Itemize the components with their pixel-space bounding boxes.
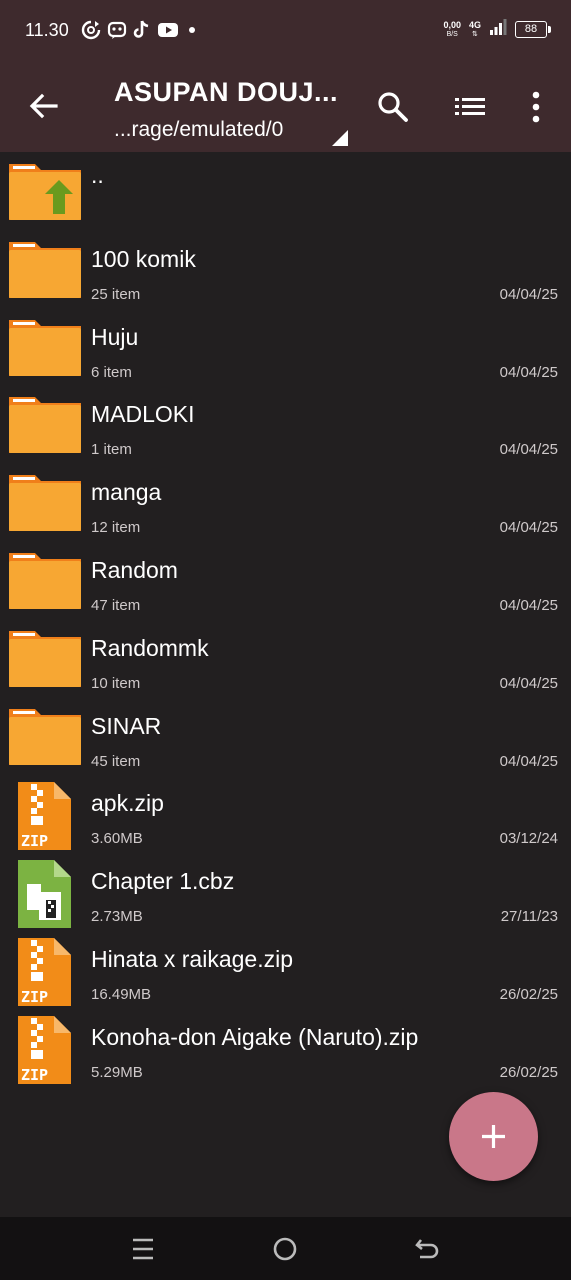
svg-text:ZIP: ZIP bbox=[21, 832, 48, 850]
folder-icon bbox=[9, 393, 81, 454]
list-item-file[interactable]: ZIP apk.zip 3.60MB 03/12/24 bbox=[0, 778, 571, 856]
folder-icon bbox=[9, 549, 81, 609]
list-item-folder[interactable]: 100 komik 25 item 04/04/25 bbox=[0, 234, 571, 312]
list-item-folder[interactable]: Random 47 item 04/04/25 bbox=[0, 545, 571, 623]
list-item-file[interactable]: ZIP Hinata x raikage.zip 16.49MB 26/02/2… bbox=[0, 934, 571, 1012]
item-count: 47 item bbox=[91, 596, 141, 614]
folder-icon bbox=[9, 471, 81, 532]
file-name: Chapter 1.cbz bbox=[91, 868, 235, 895]
path-dropdown-icon[interactable] bbox=[332, 130, 348, 146]
folder-up-icon bbox=[9, 160, 81, 220]
system-indicators: 0,00 B/S 4G ⇅ 88 bbox=[443, 18, 551, 41]
modified-date: 26/02/25 bbox=[499, 1063, 558, 1081]
file-size: 2.73MB bbox=[91, 908, 143, 926]
system-nav-bar bbox=[0, 1217, 571, 1280]
folder-icon bbox=[9, 705, 81, 765]
file-name: Random bbox=[91, 556, 178, 583]
status-bar: 11.30 0,00 B/S 4G ⇅ 88 bbox=[0, 0, 571, 62]
file-name: Konoha-don Aigake (Naruto).zip bbox=[91, 1023, 419, 1050]
notification-icons bbox=[81, 20, 199, 45]
zip-file-icon: ZIP bbox=[9, 1015, 81, 1084]
modified-date: 04/04/25 bbox=[499, 674, 558, 692]
file-name: MADLOKI bbox=[91, 401, 195, 428]
file-size: 3.60MB bbox=[91, 830, 143, 848]
folder-title: ASUPAN DOUJ... bbox=[114, 77, 339, 107]
modified-date: 04/04/25 bbox=[499, 363, 558, 381]
modified-date: 26/02/25 bbox=[499, 985, 558, 1003]
messenger-icon bbox=[107, 20, 127, 45]
dot-icon bbox=[185, 20, 199, 45]
plus-icon bbox=[449, 1092, 538, 1181]
tiktok-icon bbox=[133, 20, 151, 45]
modified-date: 04/04/25 bbox=[499, 519, 558, 537]
item-count: 25 item bbox=[91, 285, 141, 303]
item-count: 45 item bbox=[91, 752, 141, 770]
status-time: 11.30 bbox=[25, 20, 69, 40]
svg-text:ZIP: ZIP bbox=[21, 1066, 48, 1084]
item-count: 12 item bbox=[91, 519, 141, 537]
app-bar: ASUPAN DOUJ... ...rage/emulated/0 bbox=[0, 62, 571, 152]
list-item-file[interactable]: ZIP Konoha-don Aigake (Naruto).zip 5.29M… bbox=[0, 1012, 571, 1090]
youtube-icon bbox=[157, 21, 179, 44]
list-item-file[interactable]: Chapter 1.cbz 2.73MB 27/11/23 bbox=[0, 856, 571, 934]
modified-date: 04/04/25 bbox=[499, 441, 558, 459]
more-vert-icon[interactable] bbox=[519, 90, 553, 124]
file-name: .. bbox=[91, 162, 104, 188]
comic-archive-icon bbox=[9, 860, 81, 929]
folder-icon bbox=[9, 316, 81, 376]
search-icon[interactable] bbox=[376, 90, 410, 124]
file-size: 16.49MB bbox=[91, 985, 152, 1003]
current-path[interactable]: ...rage/emulated/0 bbox=[114, 118, 329, 142]
list-item-folder[interactable]: Huju 6 item 04/04/25 bbox=[0, 312, 571, 390]
file-name: SINAR bbox=[91, 712, 162, 739]
sync-icon bbox=[81, 20, 101, 45]
home-circle-icon[interactable] bbox=[270, 1234, 300, 1264]
list-item-folder[interactable]: manga 12 item 04/04/25 bbox=[0, 467, 571, 545]
file-name: manga bbox=[91, 479, 162, 506]
file-name: 100 komik bbox=[91, 245, 196, 272]
item-count: 1 item bbox=[91, 441, 132, 459]
modified-date: 04/04/25 bbox=[499, 285, 558, 303]
item-count: 10 item bbox=[91, 674, 141, 692]
file-name: Huju bbox=[91, 323, 139, 350]
zip-file-icon: ZIP bbox=[9, 937, 81, 1006]
menu-icon[interactable] bbox=[128, 1234, 158, 1264]
list-item-parent-folder[interactable]: .. bbox=[0, 156, 571, 234]
item-count: 6 item bbox=[91, 363, 132, 381]
battery-indicator: 88 bbox=[515, 21, 551, 38]
net-speed: 0,00 B/S bbox=[443, 19, 461, 38]
back-arrow-icon[interactable] bbox=[28, 90, 60, 122]
list-item-folder[interactable]: Randommk 10 item 04/04/25 bbox=[0, 623, 571, 701]
list-item-folder[interactable]: MADLOKI 1 item 04/04/25 bbox=[0, 389, 571, 467]
modified-date: 04/04/25 bbox=[499, 596, 558, 614]
folder-icon bbox=[9, 627, 81, 687]
file-size: 5.29MB bbox=[91, 1063, 143, 1081]
signal-icon bbox=[489, 18, 507, 41]
add-fab-button[interactable] bbox=[449, 1092, 538, 1181]
svg-text:ZIP: ZIP bbox=[21, 988, 48, 1006]
list-item-folder[interactable]: SINAR 45 item 04/04/25 bbox=[0, 701, 571, 779]
modified-date: 27/11/23 bbox=[500, 908, 558, 926]
back-icon[interactable] bbox=[413, 1234, 443, 1264]
file-name: apk.zip bbox=[91, 790, 164, 817]
modified-date: 03/12/24 bbox=[499, 830, 558, 848]
file-name: Hinata x raikage.zip bbox=[91, 945, 293, 972]
network-type: 4G ⇅ bbox=[468, 19, 481, 38]
file-list: .. 100 komik 25 item 04/04/25 Huju 6 ite… bbox=[0, 156, 571, 1090]
list-view-icon[interactable] bbox=[453, 90, 487, 124]
modified-date: 04/04/25 bbox=[499, 752, 558, 770]
file-name: Randommk bbox=[91, 634, 209, 661]
zip-file-icon: ZIP bbox=[9, 782, 81, 851]
folder-icon bbox=[9, 238, 81, 298]
